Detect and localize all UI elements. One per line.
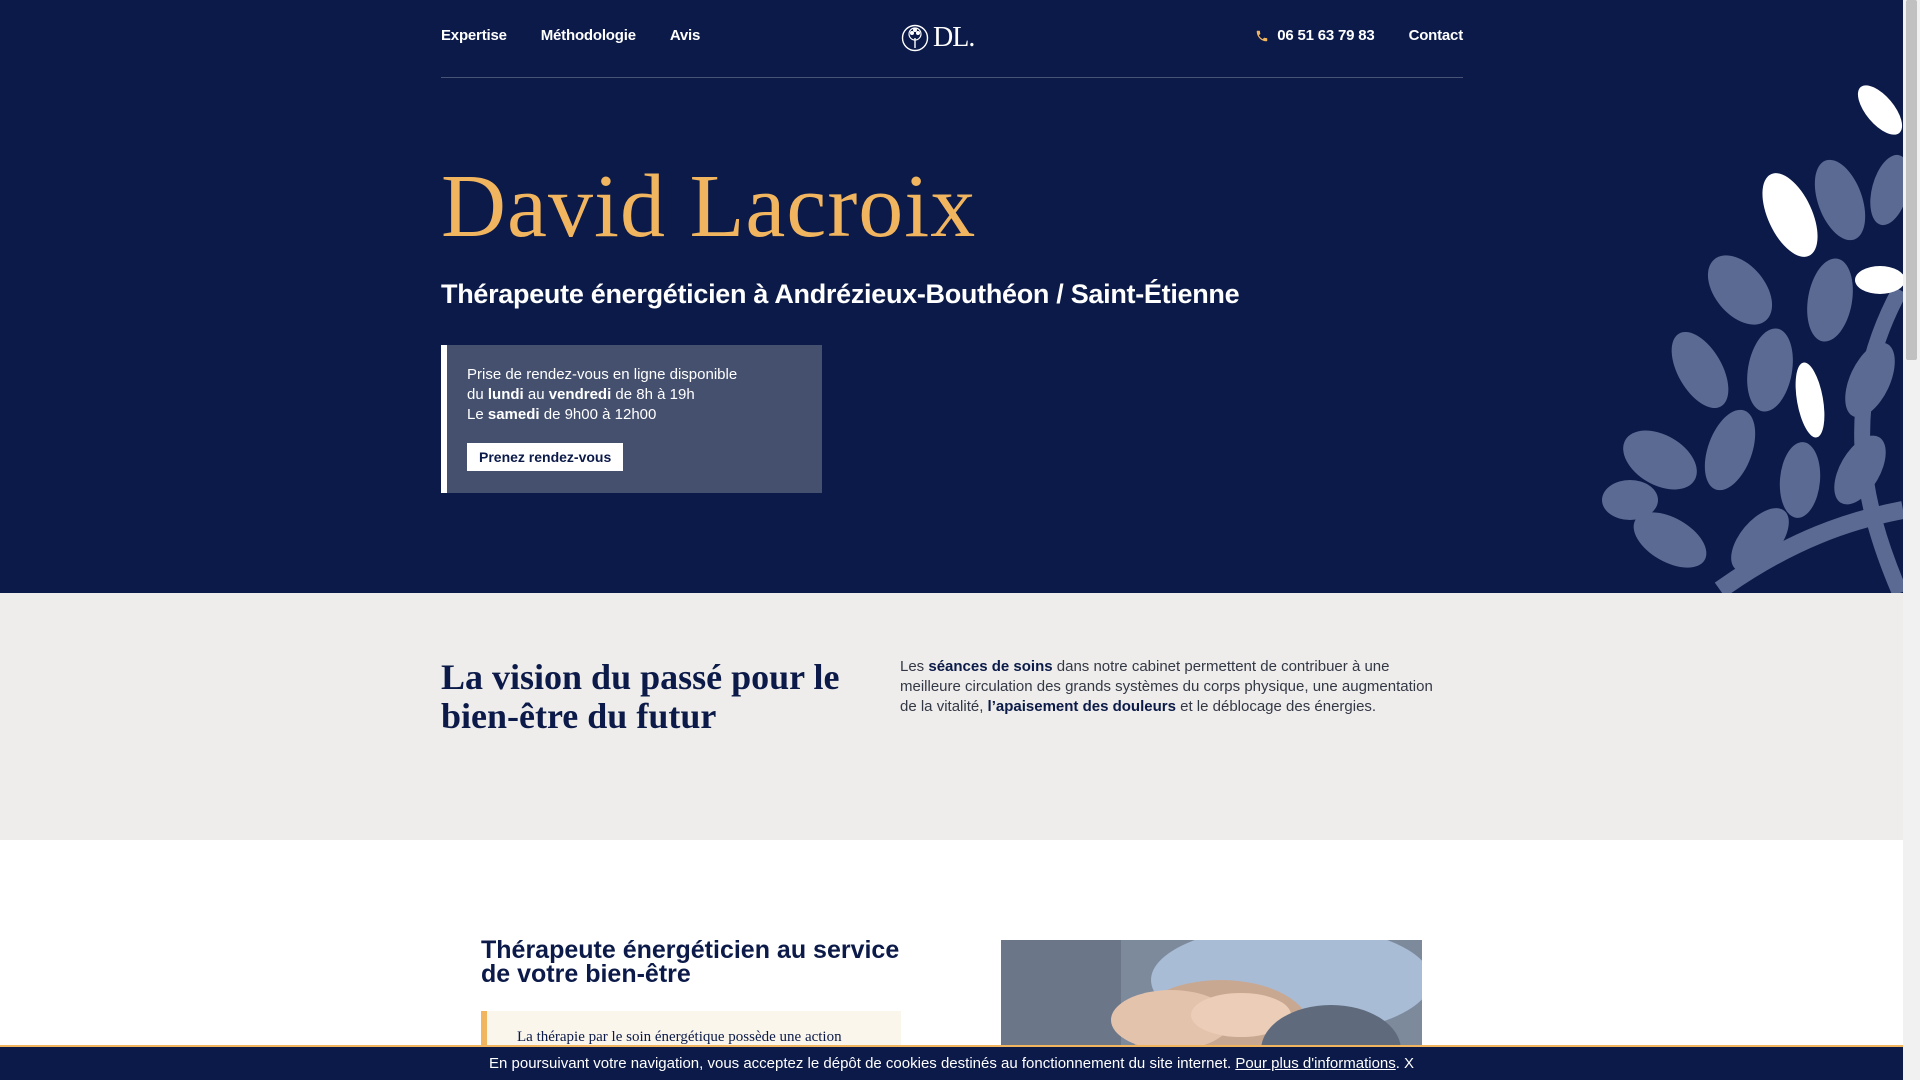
nav-link-avis[interactable]: Avis [670,27,701,44]
phone-link[interactable]: 06 51 63 79 83 [1255,27,1375,44]
vision-text: Les séances de soins dans notre cabinet … [900,658,1433,715]
cookie-close-button[interactable]: X [1404,1055,1414,1072]
nav-link-expertise[interactable]: Expertise [441,27,507,44]
cookie-text: En poursuivant votre navigation, vous ac… [489,1055,1236,1072]
tree-logo-icon [901,24,929,52]
logo-text: DL. [933,22,975,53]
scrollbar-thumb[interactable] [1906,0,1917,360]
page-scrollbar[interactable] [1903,0,1920,1080]
book-appointment-button[interactable]: Prenez rendez-vous [467,443,624,471]
service-title: Thérapeute énergéticien au service de vo… [481,936,900,988]
hero-title: David Lacroix [441,157,977,256]
booking-line-1: Prise de rendez-vous en ligne disponible [467,366,738,383]
vision-title: La vision du passé pour le bien-être du … [441,657,840,736]
cookie-period: . [1395,1055,1400,1072]
booking-info-box: Prise de rendez-vous en ligne disponible… [441,345,822,493]
hero-section: Expertise Méthodologie Avis DL. 06 51 63… [0,0,1903,593]
quote-text: La thérapie par le soin énergétique poss… [517,1029,842,1045]
cookie-info-link[interactable]: Pour plus d'informations [1235,1055,1395,1072]
nav-right: 06 51 63 79 83 Contact [1255,27,1463,44]
nav-link-methodologie[interactable]: Méthodologie [541,27,636,44]
decorative-leaves-illustration [1602,85,1903,593]
top-navigation: Expertise Méthodologie Avis DL. 06 51 63… [441,0,1463,78]
phone-number: 06 51 63 79 83 [1277,27,1375,44]
phone-icon [1257,30,1268,41]
cookie-banner: En poursuivant votre navigation, vous ac… [0,1045,1903,1080]
booking-line-2: du lundi au vendredi de 8h à 19h [467,386,695,403]
site-logo[interactable]: DL. [901,22,975,54]
vision-section: La vision du passé pour le bien-être du … [0,593,1903,840]
hero-subtitle: Thérapeute énergéticien à Andrézieux-Bou… [441,279,1240,309]
nav-link-contact[interactable]: Contact [1409,27,1464,44]
booking-line-3: Le samedi de 9h00 à 12h00 [467,406,657,423]
nav-links: Expertise Méthodologie Avis [441,27,700,44]
